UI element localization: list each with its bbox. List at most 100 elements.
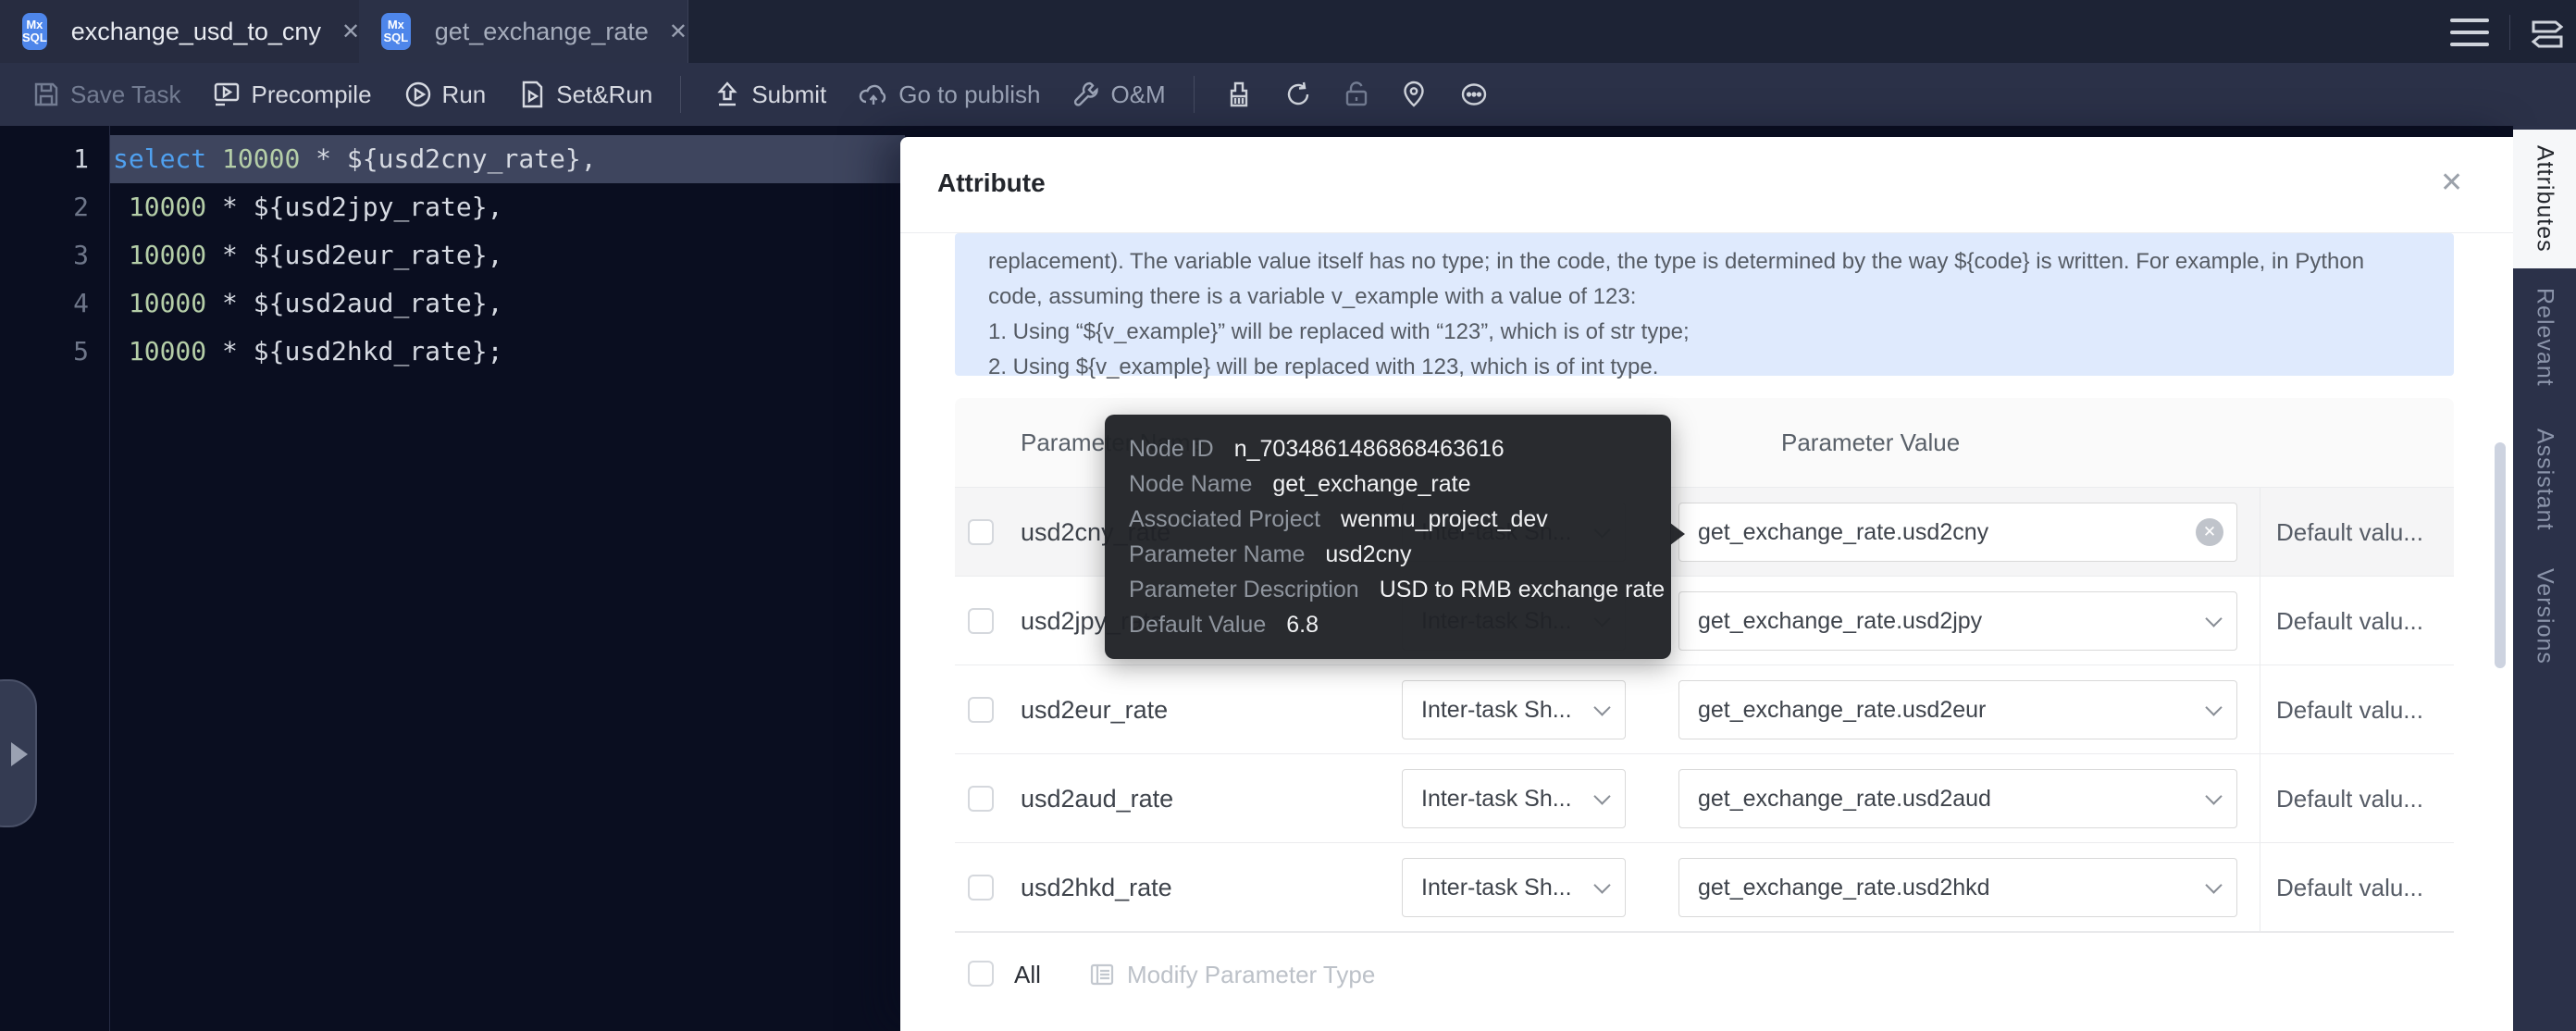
column-header-parameter-value: Parameter Value <box>1781 398 1960 487</box>
tooltip-arrow <box>1670 523 1685 545</box>
parameter-value-input[interactable]: get_exchange_rate.usd2cny✕ <box>1678 503 2237 562</box>
panel-title: Attribute <box>937 168 1046 198</box>
parameter-value-select[interactable]: get_exchange_rate.usd2eur <box>1678 680 2237 739</box>
tooltip-row: Associated Project wenmu_project_dev <box>1129 502 1671 537</box>
code-line[interactable]: 2 10000 * ${usd2jpy_rate}, <box>0 183 907 231</box>
format-brush-icon[interactable] <box>1224 80 1254 109</box>
close-icon[interactable]: ✕ <box>2440 167 2463 199</box>
divider <box>1194 76 1195 113</box>
save-icon <box>31 80 61 109</box>
clear-icon[interactable]: ✕ <box>2196 518 2223 546</box>
mxsql-icon-text: Mx <box>388 19 404 31</box>
submit-button[interactable]: Submit <box>712 80 826 109</box>
om-label: O&M <box>1110 81 1165 109</box>
tooltip-value: 6.8 <box>1286 607 1319 642</box>
tooltip-label: Node Name <box>1129 466 1252 502</box>
modify-parameter-type-button[interactable]: Modify Parameter Type <box>1127 944 1375 1005</box>
default-value-text[interactable]: Default valu... <box>2276 754 2423 843</box>
precompile-icon <box>212 80 242 109</box>
tooltip-label: Default Value <box>1129 607 1266 642</box>
default-value-text[interactable]: Default valu... <box>2276 577 2423 665</box>
set-and-run-button[interactable]: Set&Run <box>517 80 652 109</box>
row-checkbox[interactable] <box>968 519 994 545</box>
precompile-button[interactable]: Precompile <box>212 80 371 109</box>
tab-close-icon[interactable]: ✕ <box>669 19 687 45</box>
code-text: 10000 * ${usd2hkd_rate}; <box>113 328 502 376</box>
location-pin-icon[interactable] <box>1400 80 1428 109</box>
code-line[interactable]: 1 select 10000 * ${usd2cny_rate}, <box>0 135 907 183</box>
chevron-down-icon <box>1593 788 1610 804</box>
row-checkbox[interactable] <box>968 697 994 723</box>
line-number: 4 <box>0 279 89 328</box>
default-value-text[interactable]: Default valu... <box>2276 843 2423 932</box>
chevron-down-icon <box>2205 610 2222 627</box>
code-text: select 10000 * ${usd2cny_rate}, <box>113 135 597 183</box>
tooltip-label: Node ID <box>1129 431 1214 466</box>
parameter-name: usd2aud_rate <box>1021 754 1173 843</box>
set-run-icon <box>517 80 547 109</box>
set-run-label: Set&Run <box>556 81 652 109</box>
row-checkbox[interactable] <box>968 608 994 634</box>
chevron-down-icon <box>2205 876 2222 893</box>
table-footer: All Modify Parameter Type <box>955 944 2454 1027</box>
code-text: 10000 * ${usd2aud_rate}, <box>113 279 502 328</box>
submit-label: Submit <box>751 81 826 109</box>
parameter-type-select[interactable]: Inter-task Sh... <box>1402 680 1626 739</box>
save-task-button[interactable]: Save Task <box>31 80 180 109</box>
mxsql-icon-text: SQL <box>383 31 408 44</box>
code-line[interactable]: 4 10000 * ${usd2aud_rate}, <box>0 279 907 328</box>
code-text: 10000 * ${usd2eur_rate}, <box>113 231 502 279</box>
tooltip-value: USD to RMB exchange rate <box>1380 572 1665 607</box>
default-value-text[interactable]: Default valu... <box>2276 665 2423 754</box>
info-text: 1. Using “${v_example}” will be replaced… <box>988 315 2454 350</box>
run-label: Run <box>442 81 487 109</box>
code-line[interactable]: 5 10000 * ${usd2hkd_rate}; <box>0 328 907 376</box>
menu-icon[interactable] <box>2450 19 2489 46</box>
chevron-right-icon <box>11 742 28 766</box>
sidebar-tab-assistant[interactable]: Assistant <box>2513 433 2576 526</box>
sidebar-tab-versions[interactable]: Versions <box>2513 572 2576 661</box>
info-text: replacement). The variable value itself … <box>988 244 2454 279</box>
code-line[interactable]: 3 10000 * ${usd2eur_rate}, <box>0 231 907 279</box>
go-to-publish-button[interactable]: Go to publish <box>858 80 1040 109</box>
lock-icon[interactable] <box>1343 80 1370 109</box>
tooltip-row: Default Value 6.8 <box>1129 607 1671 642</box>
parameter-value-select[interactable]: get_exchange_rate.usd2hkd <box>1678 858 2237 917</box>
variable-info-box: replacement). The variable value itself … <box>955 233 2454 376</box>
parameter-value-select[interactable]: get_exchange_rate.usd2jpy <box>1678 591 2237 651</box>
expand-panel-handle[interactable] <box>0 679 37 827</box>
mxsql-icon-text: Mx <box>26 19 43 31</box>
run-icon <box>403 80 433 109</box>
refresh-icon[interactable] <box>1283 80 1313 109</box>
select-all-checkbox[interactable] <box>968 961 994 987</box>
parameter-value-select[interactable]: get_exchange_rate.usd2aud <box>1678 769 2237 828</box>
om-button[interactable]: O&M <box>1071 80 1165 109</box>
mxsql-icon-text: SQL <box>22 31 47 44</box>
line-number: 1 <box>0 135 89 183</box>
sidebar-tab-relevant[interactable]: Relevant <box>2513 294 2576 379</box>
panel-scrollbar[interactable] <box>2495 442 2506 668</box>
tooltip-label: Parameter Description <box>1129 572 1359 607</box>
code-text: 10000 * ${usd2jpy_rate}, <box>113 183 502 231</box>
chevron-down-icon <box>2205 788 2222 804</box>
more-options-icon[interactable] <box>1457 80 1491 109</box>
line-number: 5 <box>0 328 89 376</box>
parameter-type-select[interactable]: Inter-task Sh... <box>1402 858 1626 917</box>
tab-get-exchange-rate[interactable]: Mx SQL get_exchange_rate ✕ <box>359 0 688 63</box>
tab-exchange-usd-to-cny[interactable]: Mx SQL exchange_usd_to_cny ✕ <box>0 0 359 63</box>
right-sidebar: Attributes Relevant Assistant Versions <box>2513 126 2576 1031</box>
tooltip-value: get_exchange_rate <box>1272 466 1470 502</box>
sidebar-tab-attributes[interactable]: Attributes <box>2513 130 2576 268</box>
run-button[interactable]: Run <box>403 80 487 109</box>
select-all-label: All <box>1014 944 1041 1005</box>
row-checkbox[interactable] <box>968 875 994 901</box>
parameter-type-select[interactable]: Inter-task Sh... <box>1402 769 1626 828</box>
default-value-text[interactable]: Default valu... <box>2276 488 2423 577</box>
row-checkbox[interactable] <box>968 786 994 812</box>
workflow-navigation-icon[interactable] <box>2526 11 2569 54</box>
info-text: code, assuming there is a variable v_exa… <box>988 279 2454 315</box>
tab-close-icon[interactable]: ✕ <box>341 19 360 45</box>
tooltip-row: Parameter Description USD to RMB exchang… <box>1129 572 1671 607</box>
save-label: Save Task <box>70 81 180 109</box>
table-row: usd2hkd_rate Inter-task Sh... get_exchan… <box>955 842 2454 931</box>
